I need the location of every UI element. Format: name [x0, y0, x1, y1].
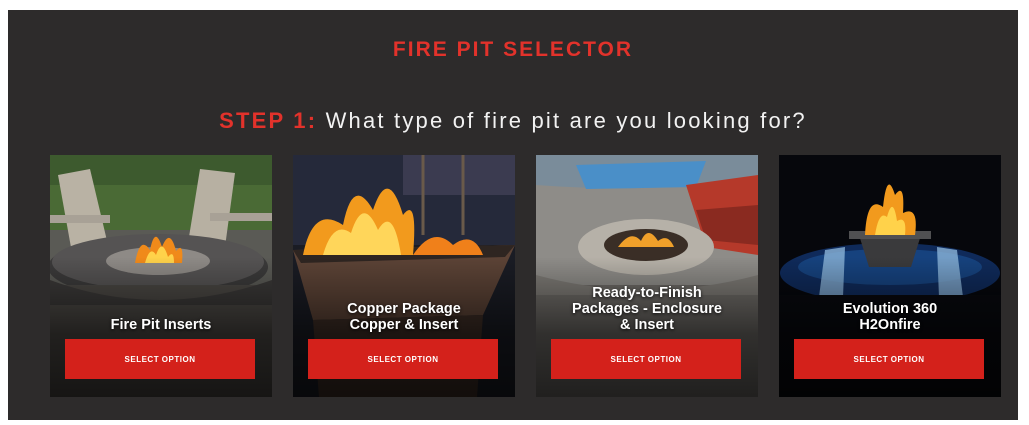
- fire-pit-selector-panel: FIRE PIT SELECTOR STEP 1: What type of f…: [8, 10, 1018, 420]
- step-question: What type of fire pit are you looking fo…: [325, 108, 807, 133]
- card-title: Fire Pit Inserts: [110, 317, 212, 333]
- option-card-ready-to-finish[interactable]: Ready-to-Finish Packages - Enclosure & I…: [536, 155, 758, 397]
- option-card-fire-pit-inserts[interactable]: Fire Pit Inserts SELECT OPTION: [50, 155, 272, 397]
- option-card-evolution-360[interactable]: Evolution 360 H2Onfire SELECT OPTION: [779, 155, 1001, 397]
- card-title: Ready-to-Finish Packages - Enclosure & I…: [572, 285, 722, 333]
- select-option-button[interactable]: SELECT OPTION: [308, 339, 498, 379]
- card-title: Copper Package Copper & Insert: [347, 301, 461, 333]
- card-title: Evolution 360 H2Onfire: [842, 301, 938, 333]
- option-card-copper-package[interactable]: Copper Package Copper & Insert SELECT OP…: [293, 155, 515, 397]
- select-option-button[interactable]: SELECT OPTION: [65, 339, 255, 379]
- select-option-button[interactable]: SELECT OPTION: [794, 339, 984, 379]
- select-option-button[interactable]: SELECT OPTION: [551, 339, 741, 379]
- step-heading: STEP 1: What type of fire pit are you lo…: [8, 108, 1018, 134]
- page-title: FIRE PIT SELECTOR: [392, 38, 634, 61]
- step-label: STEP 1:: [219, 108, 318, 133]
